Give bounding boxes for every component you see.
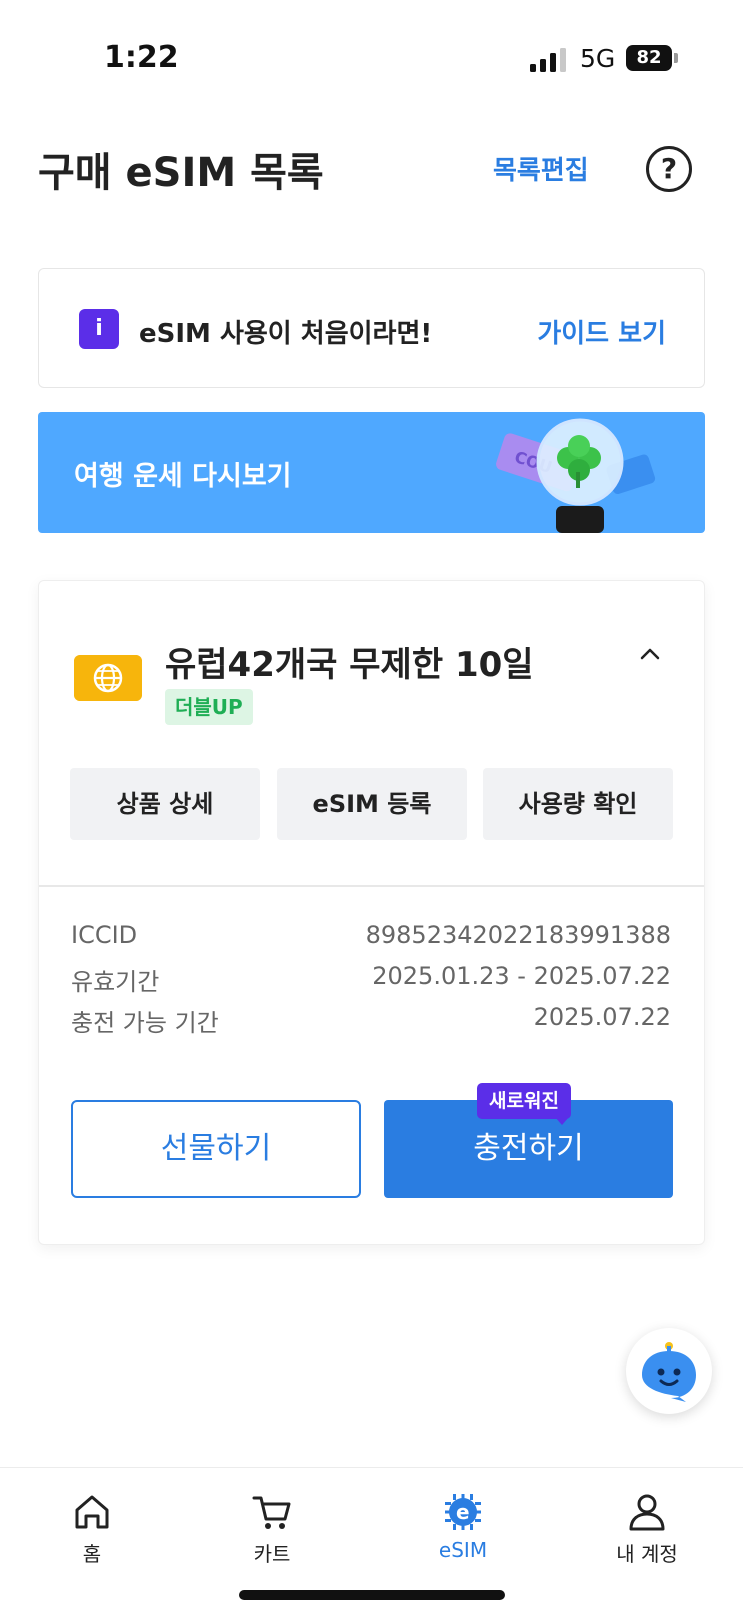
usage-check-button[interactable]: 사용량 확인 [483,768,673,840]
home-indicator [239,1590,505,1600]
new-badge-pointer [555,1117,569,1125]
globe-icon [74,655,142,701]
guide-view-link[interactable]: 가이드 보기 [537,313,666,350]
network-type: 5G [580,44,616,73]
fortune-banner-text: 여행 운세 다시보기 [74,461,292,492]
chevron-up-icon[interactable] [635,639,665,669]
info-label: ICCID [71,921,138,949]
info-value: 2025.01.23 - 2025.07.22 [372,962,671,990]
info-value: 8985234202218399138​8 [365,921,671,949]
tab-label: 내 계정 [616,1542,678,1566]
help-icon[interactable]: ? [646,146,692,192]
fortune-banner[interactable]: 여행 운세 다시보기 COU [38,412,705,533]
svg-text:e: e [456,1500,470,1524]
info-value: 2025.07.22 [533,1003,671,1031]
tab-label: eSIM [438,1538,488,1562]
battery-tip [674,53,678,63]
chatbot-icon [642,1342,696,1402]
guide-banner[interactable]: i eSIM 사용이 처음이라면! 가이드 보기 [38,268,705,388]
chatbot-button[interactable] [626,1328,712,1414]
tab-account[interactable]: 내 계정 [587,1482,707,1572]
divider [39,885,704,887]
info-label: 충전 가능 기간 [71,1009,219,1037]
esim-card: 유럽42개국 무제한 10일 더블UP 상품 상세 eSIM 등록 사용량 확인… [38,580,705,1245]
info-row-iccid: ICCID 8985234202218399138​8 [71,921,671,957]
product-name: 유럽42개국 무제한 10일 [165,645,534,685]
status-time: 1:22 [104,40,179,75]
double-up-badge: 더블UP [165,689,253,725]
tab-esim[interactable]: e eSIM [403,1482,523,1572]
user-icon [629,1494,665,1531]
info-label: 유효기간 [71,968,160,996]
tab-label: 홈 [82,1542,102,1566]
esim-chip-icon: e [445,1494,481,1530]
battery-level: 82 [626,45,672,71]
crystal-ball-clover-icon: COU [496,418,656,533]
gift-button[interactable]: 선물하기 [71,1100,361,1198]
battery-icon: 82 [626,45,678,71]
tab-label: 카트 [253,1542,291,1566]
esim-register-button[interactable]: eSIM 등록 [277,768,467,840]
new-badge: 새로워진 [477,1083,571,1119]
cart-icon [252,1496,291,1529]
info-row-recharge-period: 충전 가능 기간 2025.07.22 [71,1003,671,1039]
product-detail-button[interactable]: 상품 상세 [70,768,260,840]
home-icon [75,1495,109,1529]
info-row-validity: 유효기간 2025.01.23 - 2025.07.22 [71,962,671,998]
page-title: 구매 eSIM 목록 [38,150,324,196]
edit-list-button[interactable]: 목록편집 [493,150,589,187]
info-icon: i [79,309,119,349]
status-bar: 1:22 5G 82 [0,0,743,100]
tab-home[interactable]: 홈 [32,1482,152,1572]
signal-icon [530,48,566,72]
guide-banner-text: eSIM 사용이 처음이라면! [139,319,433,349]
tab-cart[interactable]: 카트 [212,1482,332,1572]
